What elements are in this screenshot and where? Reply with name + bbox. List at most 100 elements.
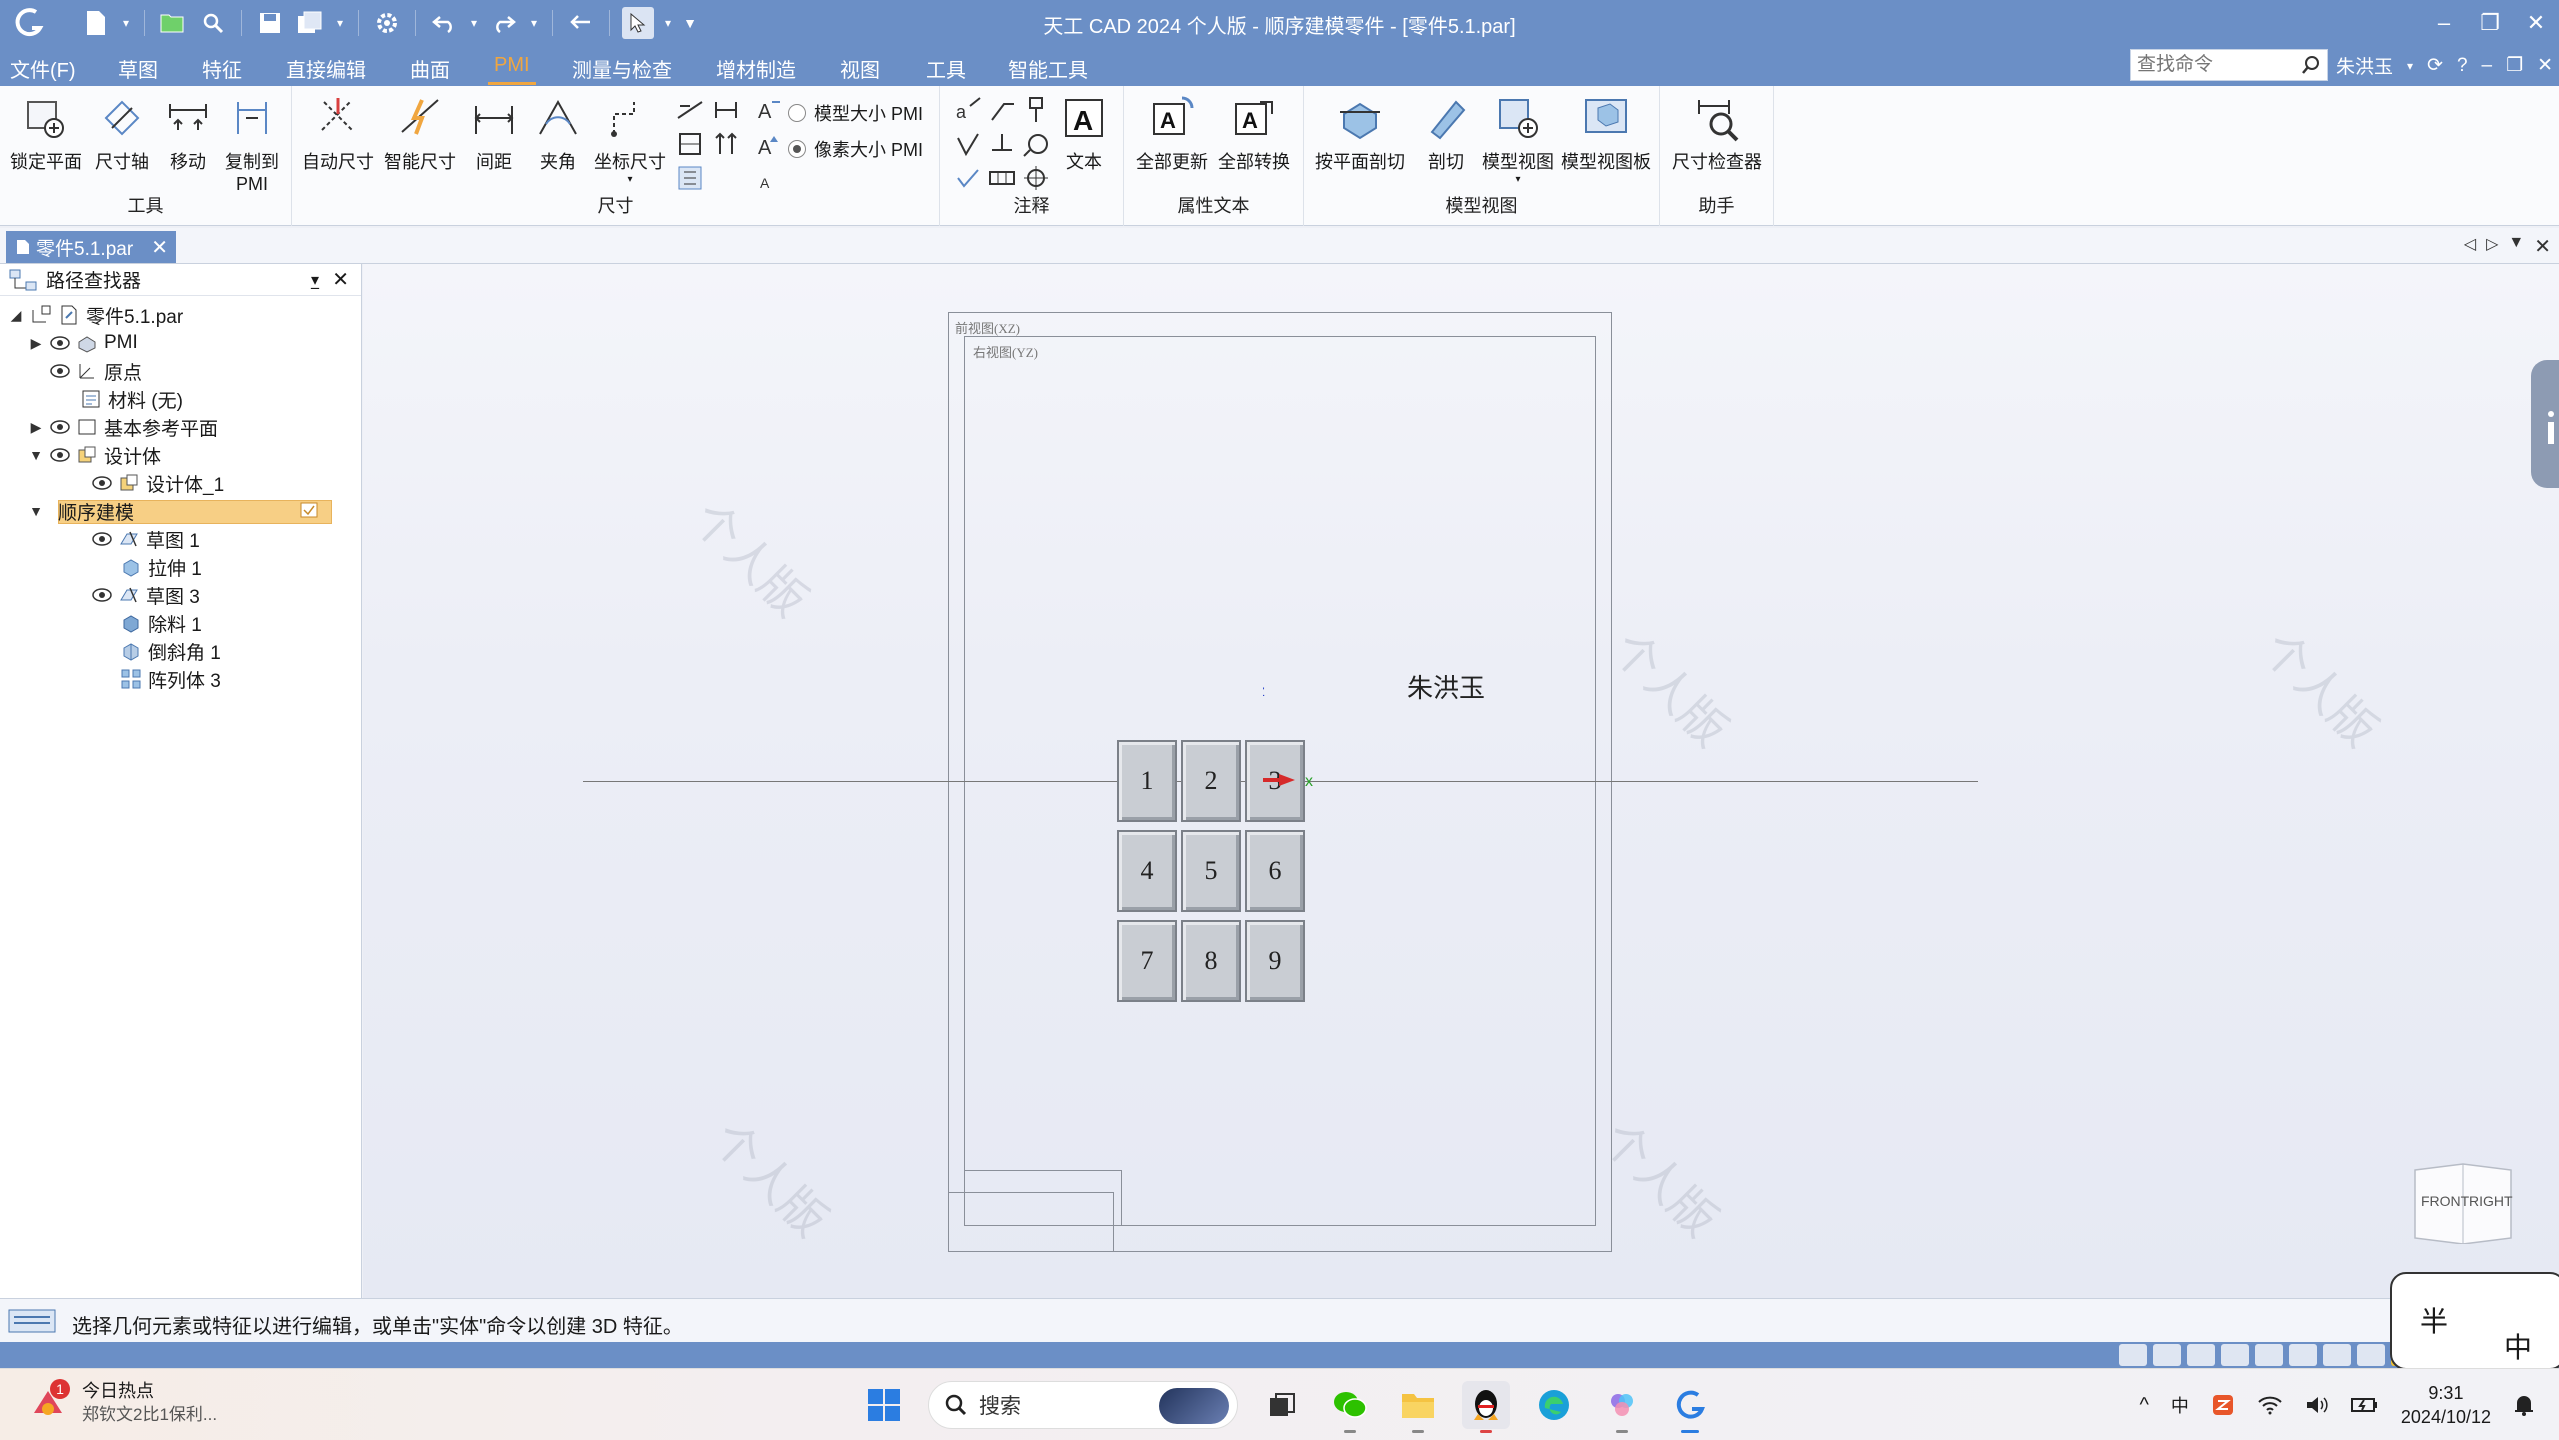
- auto-dim-button[interactable]: 自动尺寸: [300, 94, 376, 174]
- spacing-button[interactable]: 间距: [460, 94, 528, 174]
- dropdown-arrow-icon[interactable]: ▾: [1480, 174, 1556, 185]
- menu-feature[interactable]: 特征: [202, 54, 242, 83]
- close-icon[interactable]: ✕: [2513, 6, 2559, 40]
- visibility-eye-icon[interactable]: [92, 476, 112, 490]
- task-view-button[interactable]: [1258, 1381, 1306, 1429]
- tab-prev-icon[interactable]: ◁: [2464, 234, 2476, 259]
- model-size-pmi-radio[interactable]: [788, 104, 806, 122]
- dropdown-arrow-icon[interactable]: ▾: [2407, 59, 2413, 73]
- user-name[interactable]: 朱洪玉: [2336, 52, 2393, 79]
- update-all-button[interactable]: A 全部更新: [1134, 94, 1210, 174]
- tray-overflow-icon[interactable]: ^: [2140, 1394, 2149, 1417]
- menu-tools[interactable]: 工具: [926, 54, 966, 83]
- section-by-plane-button[interactable]: 按平面剖切: [1314, 94, 1406, 174]
- dim-style-icon-1[interactable]: [676, 96, 704, 124]
- menu-view[interactable]: 视图: [840, 54, 880, 83]
- view-fit-icon[interactable]: [2119, 1344, 2147, 1366]
- weld-check-icon[interactable]: [954, 164, 982, 192]
- dim-axis-button[interactable]: 尺寸轴: [88, 94, 156, 174]
- feature-control-frame-icon[interactable]: [988, 164, 1016, 192]
- panel-close-icon[interactable]: ✕: [332, 267, 349, 292]
- qq-button[interactable]: [1462, 1381, 1510, 1433]
- ribbon-restore-icon[interactable]: ❐: [2506, 54, 2523, 77]
- keypad-key[interactable]: 7: [1117, 920, 1177, 1002]
- menu-additive[interactable]: 增材制造: [716, 54, 796, 83]
- minimize-icon[interactable]: –: [2421, 6, 2467, 40]
- visibility-eye-icon[interactable]: [50, 364, 70, 378]
- prompt-bar-icon[interactable]: [8, 1309, 56, 1333]
- collapse-arrow-icon[interactable]: ▼: [28, 503, 44, 519]
- command-search-input[interactable]: [2131, 50, 2291, 80]
- tree-item-origin[interactable]: 原点: [50, 358, 142, 384]
- angle-button[interactable]: 夹角: [524, 94, 592, 174]
- menu-measure-check[interactable]: 测量与检查: [572, 54, 672, 83]
- file-explorer-button[interactable]: [1394, 1381, 1442, 1433]
- model-view-panel-button[interactable]: 模型视图板: [1560, 94, 1652, 174]
- edge-browser-button[interactable]: [1530, 1381, 1578, 1429]
- volume-icon[interactable]: [2305, 1395, 2329, 1415]
- view-cube[interactable]: FRONT RIGHT: [2411, 1160, 2515, 1244]
- view-rotate-icon[interactable]: [2255, 1344, 2283, 1366]
- keypad-key[interactable]: 6: [1245, 830, 1305, 912]
- ime-status-popup[interactable]: 半 中: [2390, 1272, 2559, 1370]
- lock-plane-button[interactable]: 锁定平面: [10, 94, 82, 174]
- tree-item-base-planes[interactable]: ▶ 基本参考平面: [28, 414, 218, 440]
- convert-all-button[interactable]: A 全部转换: [1216, 94, 1292, 174]
- help-icon[interactable]: ?: [2457, 55, 2468, 77]
- tab-close-all-icon[interactable]: ✕: [2534, 234, 2551, 259]
- tree-item-sequential-modeling[interactable]: ▼ 顺序建模: [28, 498, 318, 524]
- ime-half-width-label[interactable]: 半: [2420, 1300, 2448, 1340]
- restore-icon[interactable]: ❐: [2467, 6, 2513, 40]
- notification-bell-icon[interactable]: [2513, 1393, 2535, 1417]
- panel-menu-icon[interactable]: ▾̲: [311, 270, 319, 290]
- document-tab[interactable]: 零件5.1.par ✕: [6, 231, 176, 263]
- keypad-key[interactable]: 4: [1117, 830, 1177, 912]
- menu-direct-edit[interactable]: 直接编辑: [286, 54, 366, 83]
- viewcube-right-label[interactable]: RIGHT: [2469, 1193, 2513, 1209]
- move-button[interactable]: 移动: [154, 94, 222, 174]
- visibility-eye-icon[interactable]: [92, 532, 112, 546]
- dim-style-icon-2[interactable]: [712, 96, 740, 124]
- tree-item-sketch-1[interactable]: 草图 1: [92, 526, 200, 552]
- search-icon[interactable]: [2301, 55, 2321, 75]
- ribbon-minimize-icon[interactable]: –: [2482, 55, 2493, 77]
- tree-item-design-body[interactable]: ▼ 设计体: [28, 442, 161, 468]
- tree-item-design-body-1[interactable]: 设计体_1: [92, 470, 224, 496]
- keypad-key[interactable]: 5: [1181, 830, 1241, 912]
- command-search-box[interactable]: [2130, 49, 2328, 81]
- dim-style-icon-4[interactable]: [712, 130, 740, 158]
- balloon-icon[interactable]: [1022, 130, 1050, 158]
- tree-item-cut-1[interactable]: 除料 1: [120, 610, 202, 636]
- sequential-mode-check-icon[interactable]: [300, 502, 318, 518]
- surface-texture-icon[interactable]: [954, 130, 982, 158]
- tree-item-pattern-3[interactable]: 阵列体 3: [120, 666, 221, 692]
- keypad-key[interactable]: 9: [1245, 920, 1305, 1002]
- visibility-eye-icon[interactable]: [50, 420, 70, 434]
- pixel-size-pmi-option[interactable]: 像素大小 PMI: [788, 136, 923, 162]
- collapse-arrow-icon[interactable]: ▼: [28, 447, 44, 463]
- menu-file[interactable]: 文件(F): [10, 54, 76, 83]
- view-shading-icon[interactable]: [2357, 1344, 2385, 1366]
- side-panel-tab[interactable]: [2531, 360, 2559, 488]
- text-size-down-icon[interactable]: A: [754, 166, 782, 194]
- view-zoom-icon[interactable]: [2187, 1344, 2215, 1366]
- ime-chinese-label[interactable]: 中: [2504, 1326, 2532, 1366]
- battery-charging-icon[interactable]: [2350, 1396, 2379, 1414]
- ribbon-close-icon[interactable]: ✕: [2537, 54, 2553, 77]
- menu-sketch[interactable]: 草图: [118, 54, 158, 83]
- tab-list-icon[interactable]: ▼: [2508, 234, 2524, 259]
- coord-dim-button[interactable]: 坐标尺寸 ▾: [592, 94, 668, 185]
- collapse-arrow-icon[interactable]: ◢: [8, 307, 24, 324]
- 3d-viewport[interactable]: 个人版 个人版 个人版 个人版 个人版 前视图(XZ) 右视图(YZ) 1 2 …: [363, 264, 2559, 1298]
- model-view-button[interactable]: 模型视图 ▾: [1480, 94, 1556, 185]
- visibility-eye-icon[interactable]: [50, 448, 70, 462]
- edge-condition-icon[interactable]: [988, 130, 1016, 158]
- weld-symbol-icon[interactable]: a: [954, 96, 982, 124]
- copy-to-pmi-button[interactable]: 复制到 PMI: [218, 94, 286, 195]
- tree-item-extrude-1[interactable]: 拉伸 1: [120, 554, 202, 580]
- viewcube-front-label[interactable]: FRONT: [2421, 1193, 2470, 1209]
- section-button[interactable]: 剖切: [1412, 94, 1480, 174]
- view-zoom-area-icon[interactable]: [2153, 1344, 2181, 1366]
- wifi-icon[interactable]: [2257, 1395, 2283, 1415]
- taskbar-search[interactable]: 搜索: [928, 1381, 1238, 1429]
